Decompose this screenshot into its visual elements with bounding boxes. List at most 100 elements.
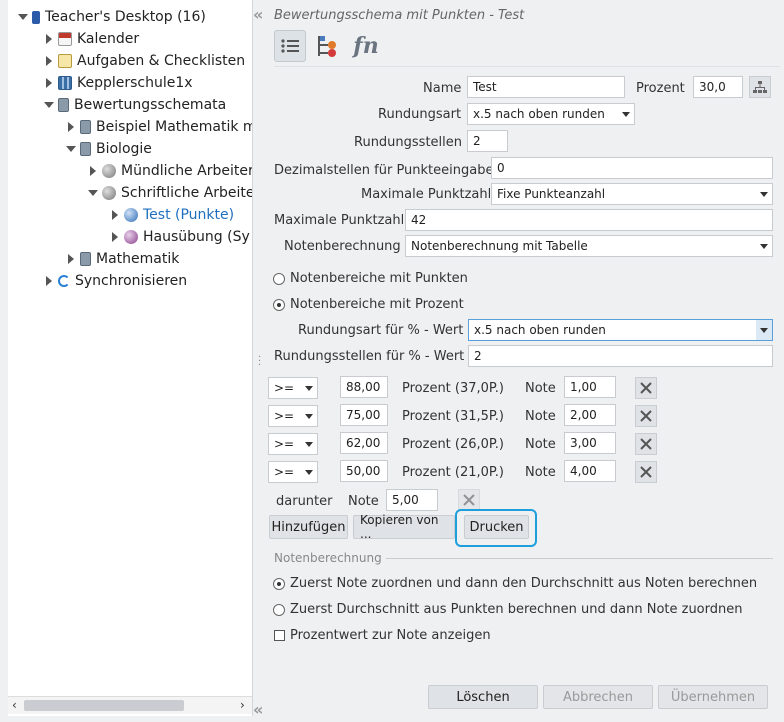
maxpunkt-label: Maximale Punktzahl xyxy=(274,213,405,228)
collapse-toggle[interactable] xyxy=(44,100,54,110)
operator-select[interactable]: >= xyxy=(268,461,318,483)
expand-toggle[interactable] xyxy=(110,232,120,242)
close-icon xyxy=(640,438,652,450)
grade-note-field[interactable]: 1,00 xyxy=(564,376,616,398)
operator-select[interactable]: >= xyxy=(268,405,318,427)
expand-toggle[interactable] xyxy=(66,122,76,132)
checkbox-label: Prozentwert zur Note anzeigen xyxy=(290,628,491,643)
tree-item-synchronisieren[interactable]: Synchronisieren xyxy=(44,270,187,292)
grade-note-field[interactable]: 4,00 xyxy=(564,460,616,482)
formula-button[interactable]: fn xyxy=(350,30,382,62)
collapse-toggle[interactable] xyxy=(66,144,76,154)
operator-select[interactable]: >= xyxy=(268,433,318,455)
tree-item-kepplerschule[interactable]: Kepplerschule1x xyxy=(44,72,193,94)
notenberechnung-section-title: Notenberechnung xyxy=(274,551,382,565)
expand-toggle[interactable] xyxy=(44,56,54,66)
rundungsstellen-field[interactable]: 2 xyxy=(467,130,508,152)
collapse-panel-icon[interactable]: « xyxy=(253,5,263,24)
maxpunkt-field[interactable]: 42 xyxy=(405,209,773,231)
scroll-left-icon[interactable]: ‹ xyxy=(12,698,17,712)
prozentwert-checkbox[interactable] xyxy=(274,630,285,641)
operator-select[interactable]: >= xyxy=(268,377,318,399)
scroll-right-icon[interactable]: › xyxy=(240,698,245,712)
expand-toggle[interactable] xyxy=(44,34,54,44)
note-label: Note xyxy=(525,437,556,452)
hierarchy-icon xyxy=(318,36,336,57)
horizontal-scrollbar[interactable]: ‹ › xyxy=(8,696,252,714)
tree-item-mathematik[interactable]: Mathematik xyxy=(66,248,179,270)
expand-toggle[interactable] xyxy=(110,210,120,220)
expand-toggle[interactable] xyxy=(44,78,54,88)
tree-item-schriftliche[interactable]: Schriftliche Arbeite xyxy=(88,182,252,204)
tree-item-teachers-desktop[interactable]: Teacher's Desktop (16) xyxy=(18,6,206,28)
tree-item-muendliche[interactable]: Mündliche Arbeiter xyxy=(88,160,252,182)
gray-sphere-icon xyxy=(102,186,116,200)
delete-row-button[interactable] xyxy=(635,433,657,455)
tree-item-beispiel-mathematik[interactable]: Beispiel Mathematik m xyxy=(66,116,253,138)
grade-threshold-field[interactable]: 88,00 xyxy=(340,376,388,398)
chevron-down-icon xyxy=(756,236,772,256)
note-label: Note xyxy=(525,381,556,396)
tree-item-label: Bewertungsschemata xyxy=(74,97,227,113)
tree-item-kalender[interactable]: Kalender xyxy=(44,28,139,50)
notenberechnung-label: Notenberechnung xyxy=(284,239,401,254)
prozent-field[interactable]: 30,0 xyxy=(693,76,743,98)
radio-notenbereiche-punkte[interactable] xyxy=(273,273,285,285)
delete-row-button[interactable] xyxy=(635,377,657,399)
select-value: Fixe Punkteanzahl xyxy=(497,187,606,201)
delete-row-button[interactable] xyxy=(635,405,657,427)
grade-note-field[interactable]: 2,00 xyxy=(564,404,616,426)
hierarchy-button[interactable] xyxy=(312,30,344,62)
tree-item-label: Aufgaben & Checklisten xyxy=(77,53,246,69)
tree-item-test-punkte[interactable]: Test (Punkte) xyxy=(110,204,234,226)
collapse-panel-icon[interactable]: « xyxy=(253,700,263,719)
loeschen-button[interactable]: Löschen xyxy=(428,685,538,709)
notenberechnung-select[interactable]: Notenberechnung mit Tabelle xyxy=(405,235,773,257)
grade-threshold-field[interactable]: 50,00 xyxy=(340,460,388,482)
tree-item-label: Test (Punkte) xyxy=(143,207,235,223)
rundungsart-select[interactable]: x.5 nach oben runden xyxy=(467,103,635,125)
radio-zuerst-note[interactable] xyxy=(273,578,285,590)
tree-item-aufgaben[interactable]: Aufgaben & Checklisten xyxy=(44,50,245,72)
note-label: Note xyxy=(348,494,379,509)
radio-zuerst-durchschnitt[interactable] xyxy=(273,604,285,616)
grade-note-field[interactable]: 3,00 xyxy=(564,432,616,454)
rundungsart-pct-select[interactable]: x.5 nach oben runden xyxy=(468,319,773,341)
delete-row-button[interactable] xyxy=(635,461,657,483)
tree-item-biologie[interactable]: Biologie xyxy=(66,138,152,160)
maxpunkt-mode-label: Maximale Punktzahl xyxy=(361,187,492,202)
rundungsstellen-pct-field[interactable]: 2 xyxy=(468,345,773,367)
tree-item-label: Biologie xyxy=(96,141,152,157)
kopieren-button[interactable]: Kopieren von ... xyxy=(353,513,455,541)
drucken-button[interactable]: Drucken xyxy=(464,515,529,539)
darunter-note-field[interactable]: 5,00 xyxy=(386,489,438,511)
calculator-icon xyxy=(58,98,69,112)
grade-threshold-field[interactable]: 62,00 xyxy=(340,432,388,454)
expand-toggle[interactable] xyxy=(66,254,76,264)
tree-item-bewertungsschemata[interactable]: Bewertungsschemata xyxy=(44,94,226,116)
select-value: >= xyxy=(274,465,295,479)
expand-toggle[interactable] xyxy=(88,166,98,176)
select-value: >= xyxy=(274,381,295,395)
radio-notenbereiche-prozent[interactable] xyxy=(273,299,285,311)
splitter-grip-icon[interactable]: · · · xyxy=(258,353,261,371)
hinzufuegen-button[interactable]: Hinzufügen xyxy=(269,515,348,539)
expand-toggle[interactable] xyxy=(18,12,28,22)
expand-toggle[interactable] xyxy=(44,276,54,286)
name-field[interactable]: Test xyxy=(467,76,625,98)
chevron-down-icon xyxy=(756,320,772,340)
scrollbar-thumb[interactable] xyxy=(24,700,184,711)
maxpunkt-mode-select[interactable]: Fixe Punkteanzahl xyxy=(491,183,773,205)
delete-row-button[interactable] xyxy=(458,489,480,511)
dezimalstellen-field[interactable]: 0 xyxy=(491,157,773,179)
blue-sphere-icon xyxy=(124,208,138,222)
uebernehmen-button[interactable]: Übernehmen xyxy=(658,685,768,709)
tree-item-hausuebung[interactable]: Hausübung (Sy xyxy=(110,226,250,248)
abbrechen-button[interactable]: Abbrechen xyxy=(543,685,653,709)
tree-item-label: Beispiel Mathematik m xyxy=(96,119,253,135)
list-view-button[interactable] xyxy=(274,30,306,62)
rundungsstellen-pct-label: Rundungsstellen für % - Wert xyxy=(274,349,465,364)
hierarchy-small-button[interactable] xyxy=(749,76,771,98)
collapse-toggle[interactable] xyxy=(88,188,98,198)
grade-threshold-field[interactable]: 75,00 xyxy=(340,404,388,426)
